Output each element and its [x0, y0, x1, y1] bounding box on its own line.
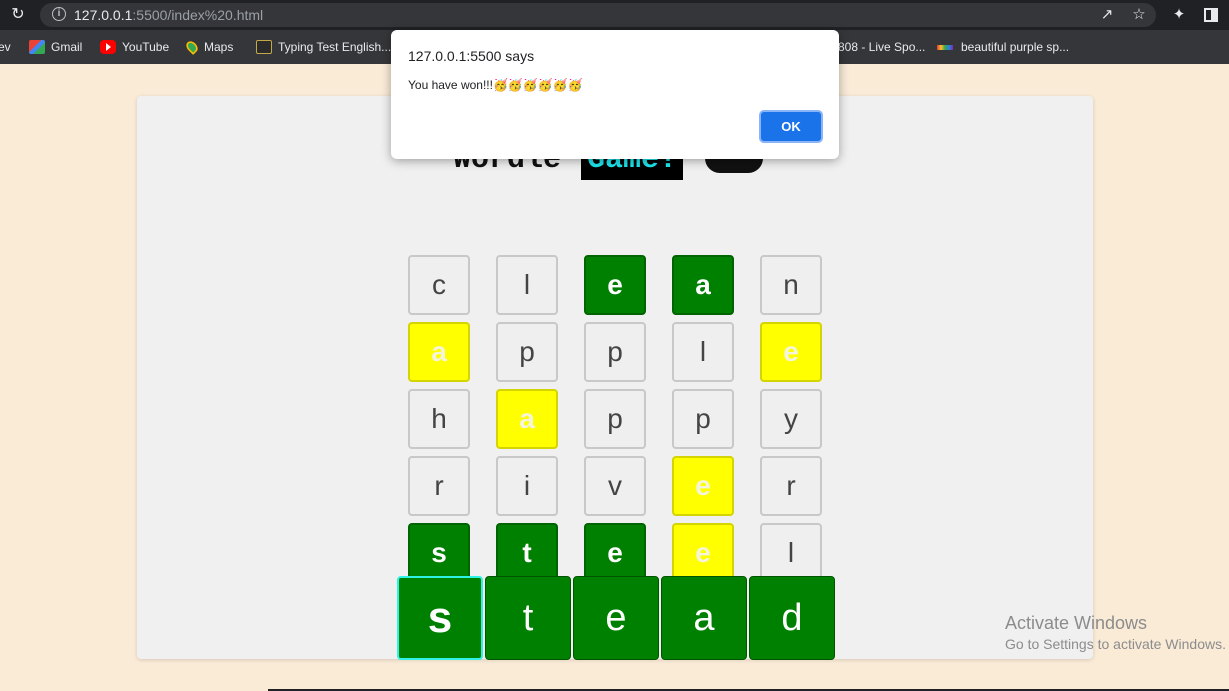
letter-tile: n — [760, 255, 822, 315]
letter-tile: l — [672, 322, 734, 382]
dialog-message: You have won!!!🥳🥳🥳🥳🥳🥳 — [408, 78, 583, 92]
letter-tile: y — [760, 389, 822, 449]
bookmark-typing-test[interactable]: Typing Test English... — [256, 38, 391, 56]
letter-tile: t — [496, 523, 558, 583]
bookmark-live-sports[interactable]: 808 - Live Spo... — [838, 38, 925, 56]
color-bar-icon — [937, 44, 953, 50]
bookmark-youtube[interactable]: YouTube — [100, 38, 169, 56]
letter-tile: v — [584, 456, 646, 516]
maps-icon — [184, 39, 200, 55]
watermark-title: Activate Windows — [1005, 613, 1148, 633]
letter-tile: r — [408, 456, 470, 516]
answer-key[interactable]: s — [397, 576, 483, 660]
letter-tile: s — [408, 523, 470, 583]
watermark-subtitle: Go to Settings to activate Windows. — [1005, 636, 1226, 652]
answer-key[interactable]: a — [661, 576, 747, 660]
letter-tile: i — [496, 456, 558, 516]
bookmark-purple[interactable]: beautiful purple sp... — [937, 38, 1069, 56]
dialog-origin: 127.0.0.1:5500 says — [408, 48, 535, 64]
letter-tile: p — [496, 322, 558, 382]
letter-tile: a — [496, 389, 558, 449]
site-info-icon[interactable]: i — [52, 7, 66, 21]
letter-tile: p — [584, 322, 646, 382]
youtube-icon — [100, 40, 116, 54]
reload-icon[interactable]: ↻ — [8, 5, 28, 25]
activate-windows-watermark: Activate Windows Go to Settings to activ… — [1005, 613, 1226, 652]
letter-tile: l — [496, 255, 558, 315]
url-text[interactable]: 127.0.0.1:5500/index%20.html — [74, 7, 263, 23]
letter-tile: a — [672, 255, 734, 315]
bookmark-gmail[interactable]: Gmail — [29, 38, 82, 56]
letter-tile: e — [672, 456, 734, 516]
letter-tile: h — [408, 389, 470, 449]
bookmark-maps[interactable]: Maps — [184, 38, 233, 56]
address-bar[interactable]: i 127.0.0.1:5500/index%20.html ↗ ☆ — [40, 3, 1156, 27]
side-panel-icon[interactable] — [1204, 8, 1218, 22]
letter-tile: r — [760, 456, 822, 516]
letter-tile: p — [584, 389, 646, 449]
game-card: Wordle Game! cleanapplehappyriversteel — [137, 96, 1093, 659]
letter-tile: p — [672, 389, 734, 449]
browser-toolbar: ↻ i 127.0.0.1:5500/index%20.html ↗ ☆ ✦ — [0, 0, 1229, 30]
letter-tile: e — [584, 523, 646, 583]
letter-tile: e — [672, 523, 734, 583]
url-path: :5500/index%20.html — [132, 7, 264, 23]
typing-test-icon — [256, 40, 272, 54]
bookmark-star-icon[interactable]: ☆ — [1130, 6, 1148, 24]
letter-tile: a — [408, 322, 470, 382]
letter-tile: e — [584, 255, 646, 315]
bookmark-item[interactable]: ev — [0, 38, 11, 56]
answer-key[interactable]: t — [485, 576, 571, 660]
extensions-icon[interactable]: ✦ — [1170, 5, 1188, 25]
letter-tile: c — [408, 255, 470, 315]
gmail-icon — [29, 40, 45, 54]
answer-key[interactable]: e — [573, 576, 659, 660]
letter-tile: l — [760, 523, 822, 583]
alert-dialog: 127.0.0.1:5500 says You have won!!!🥳🥳🥳🥳🥳… — [391, 30, 839, 159]
share-icon[interactable]: ↗ — [1098, 6, 1116, 24]
ok-button[interactable]: OK — [759, 110, 823, 143]
url-host: 127.0.0.1 — [74, 7, 133, 23]
answer-key[interactable]: d — [749, 576, 835, 660]
letter-tile: e — [760, 322, 822, 382]
